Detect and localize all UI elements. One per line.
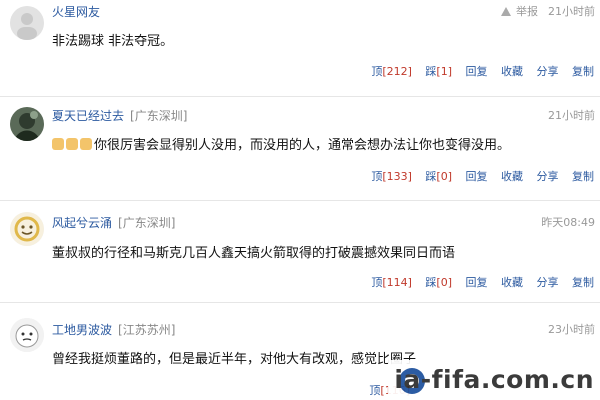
thumbs-up-icon (66, 138, 78, 150)
favorite-button[interactable]: 收藏 (501, 276, 523, 289)
username[interactable]: 风起兮云涌 (52, 216, 112, 230)
comment-text: 非法踢球 非法夺冠。 (52, 34, 174, 49)
comment-meta: 风起兮云涌 [广东深圳] (52, 216, 175, 230)
comment-meta: 工地男波波 [江苏苏州] (52, 323, 175, 337)
comment-item: 风起兮云涌 [广东深圳] 昨天08:49 董叔叔的行径和马斯克几百人鑫天搞火箭取得… (0, 204, 600, 300)
user-location: [广东深圳] (118, 216, 176, 230)
warning-icon (501, 7, 511, 16)
user-location: [广东深圳] (130, 109, 188, 123)
comment-item: 火星网友 举报 21小时前 非法踢球 非法夺冠。 顶[212] 踩[1] 回复 … (0, 0, 600, 96)
copy-button[interactable]: 复制 (572, 65, 594, 78)
timestamp: 21小时前 (548, 109, 595, 122)
thumbs-up-icon (80, 138, 92, 150)
share-button[interactable]: 分享 (537, 170, 559, 183)
username[interactable]: 夏天已经过去 (52, 109, 124, 123)
comment-text: 董叔叔的行径和马斯克几百人鑫天搞火箭取得的打破震撼效果同日而语 (52, 246, 456, 261)
copy-button[interactable]: 复制 (572, 276, 594, 289)
comment-meta: 夏天已经过去 [广东深圳] (52, 109, 187, 123)
avatar[interactable] (10, 318, 44, 352)
reply-button[interactable]: 回复 (466, 170, 488, 183)
comment-meta: 火星网友 (52, 5, 100, 19)
downvote-button[interactable]: 踩[0] (425, 276, 452, 289)
comment-actions: 顶[114] 踩[0] 回复 收藏 分享 复制 (361, 276, 594, 290)
user-location: [江苏苏州] (118, 323, 176, 337)
username[interactable]: 火星网友 (52, 5, 100, 19)
favorite-button[interactable]: 收藏 (501, 170, 523, 183)
upvote-button[interactable]: 顶[114] (371, 276, 412, 289)
upvote-button[interactable]: 顶[212] (371, 65, 412, 78)
reply-button[interactable]: 回复 (466, 65, 488, 78)
comment-actions: 顶[212] 踩[1] 回复 收藏 分享 复制 (361, 65, 594, 79)
comment-body: 你很厉害会显得别人没用，而没用的人，通常会想办法让你也变得没用。 (94, 138, 511, 153)
report-label: 举报 (516, 5, 538, 18)
downvote-button[interactable]: 踩[1] (425, 65, 452, 78)
watermark-text: ia-fifa.com.cn (394, 365, 594, 394)
divider (0, 302, 600, 303)
reply-button[interactable]: 回复 (466, 276, 488, 289)
divider (0, 200, 600, 201)
comment-item: 夏天已经过去 [广东深圳] 21小时前 你很厉害会显得别人没用，而没用的人，通常会… (0, 100, 600, 200)
divider (0, 96, 600, 97)
timestamp: 23小时前 (548, 323, 595, 336)
share-button[interactable]: 分享 (537, 276, 559, 289)
favorite-button[interactable]: 收藏 (501, 65, 523, 78)
avatar[interactable] (10, 212, 44, 246)
comment-text: 你很厉害会显得别人没用，而没用的人，通常会想办法让你也变得没用。 (52, 137, 510, 155)
avatar[interactable] (10, 107, 44, 141)
share-button[interactable]: 分享 (537, 65, 559, 78)
upvote-button[interactable]: 顶[133] (371, 170, 412, 183)
watermark: ia-fifa.com.cn (388, 360, 600, 400)
timestamp: 21小时前 (548, 5, 595, 18)
copy-button[interactable]: 复制 (572, 170, 594, 183)
downvote-button[interactable]: 踩[0] (425, 170, 452, 183)
username[interactable]: 工地男波波 (52, 323, 112, 337)
avatar[interactable] (10, 6, 44, 40)
comment-actions: 顶[133] 踩[0] 回复 收藏 分享 复制 (361, 170, 594, 184)
thumbs-up-icon (52, 138, 64, 150)
comment-text: 曾经我挺烦董路的，但是最近半年，对他大有改观，感觉比圈子 (52, 352, 417, 367)
report-button[interactable]: 举报 (501, 5, 538, 19)
timestamp: 昨天08:49 (541, 216, 595, 229)
